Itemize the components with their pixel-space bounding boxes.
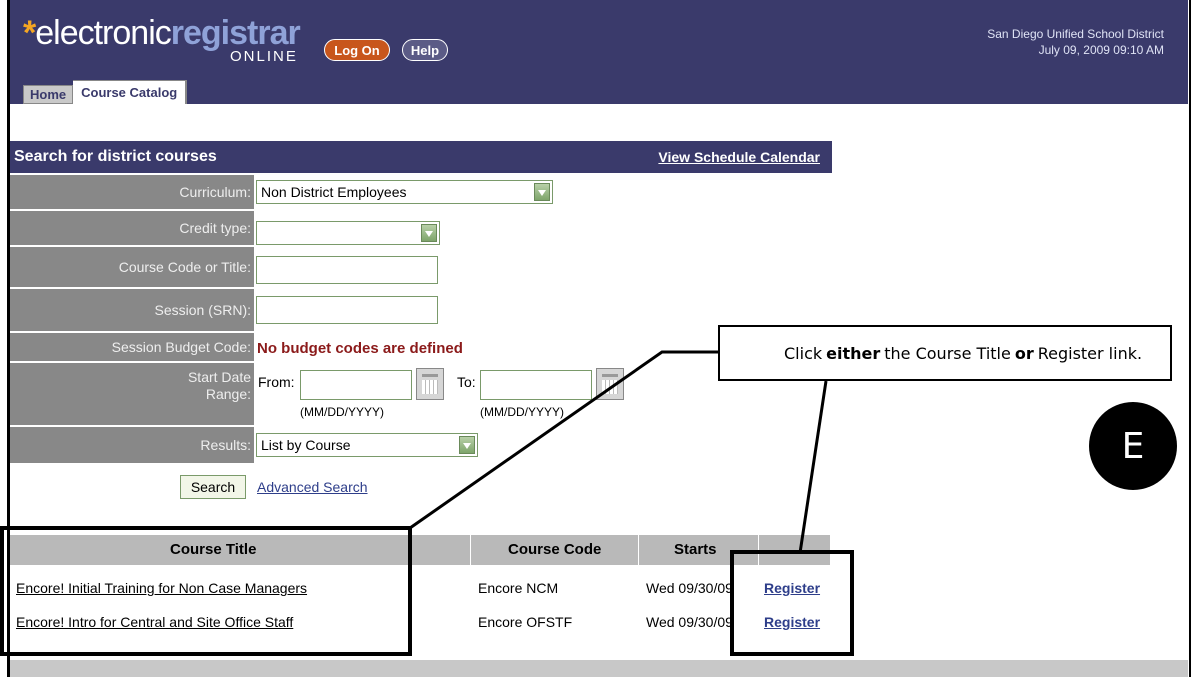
pointer-line-to-register bbox=[798, 380, 828, 554]
callout-text-2: the Course Title bbox=[884, 343, 1011, 363]
pointer-line-to-title bbox=[409, 350, 718, 530]
step-badge: E bbox=[1089, 402, 1177, 490]
callout-text-3: Register link. bbox=[1037, 343, 1143, 363]
callout-text-either: either bbox=[826, 343, 881, 363]
instruction-callout: Click either the Course Title or Registe… bbox=[718, 325, 1172, 381]
callout-text-or: or bbox=[1014, 343, 1034, 363]
callout-text-1: Click bbox=[784, 343, 823, 363]
